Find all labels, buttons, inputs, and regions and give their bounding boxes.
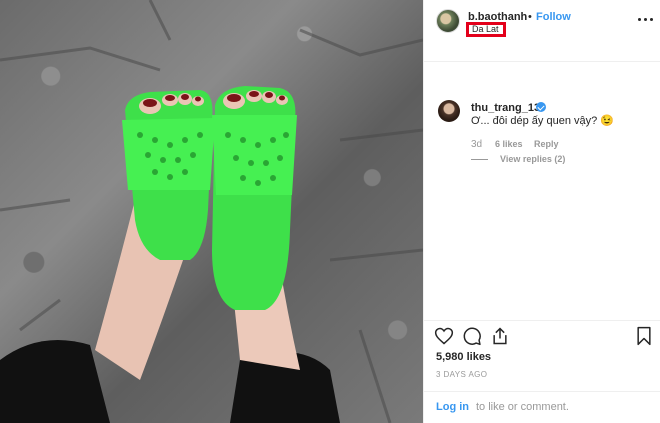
reply-button[interactable]: Reply [534, 139, 559, 149]
heart-icon[interactable] [434, 326, 454, 346]
post-side-panel: b.baothanh • Follow Da Lat thu_trang_13 … [423, 0, 660, 423]
location-link[interactable]: Da Lat [466, 22, 506, 37]
action-bar [424, 320, 660, 350]
post-header: b.baothanh • Follow Da Lat [424, 0, 660, 62]
commenter-avatar[interactable] [438, 100, 460, 122]
owner-avatar[interactable] [436, 9, 460, 33]
comments-section: thu_trang_13 Ơ... đôi dép ấy quen vậy? 😉… [424, 63, 660, 319]
feet-in-slippers-illustration [0, 0, 423, 423]
login-link[interactable]: Log in [436, 401, 469, 413]
login-prompt-text: to like or comment. [476, 401, 569, 413]
separator-dot: • [528, 11, 532, 23]
login-prompt: Log in to like or comment. [424, 391, 660, 423]
view-replies-button[interactable]: View replies (2) [500, 154, 565, 164]
follow-button[interactable]: Follow [536, 11, 571, 23]
commenter-username[interactable]: thu_trang_13 [471, 102, 540, 114]
likes-count[interactable]: 5,980 likes [436, 351, 491, 363]
comment-icon[interactable] [462, 326, 482, 346]
comment-likes[interactable]: 6 likes [495, 139, 523, 149]
replies-divider [471, 159, 488, 160]
post-photo [0, 0, 423, 423]
share-icon[interactable] [490, 326, 510, 346]
post-date: 3 DAYS AGO [436, 370, 488, 379]
comment-text: Ơ... đôi dép ấy quen vậy? 😉 [471, 115, 614, 127]
verified-badge-icon [536, 102, 546, 112]
comment-time: 3d [471, 139, 483, 150]
bookmark-icon[interactable] [634, 326, 654, 346]
more-options-icon[interactable] [638, 17, 654, 23]
